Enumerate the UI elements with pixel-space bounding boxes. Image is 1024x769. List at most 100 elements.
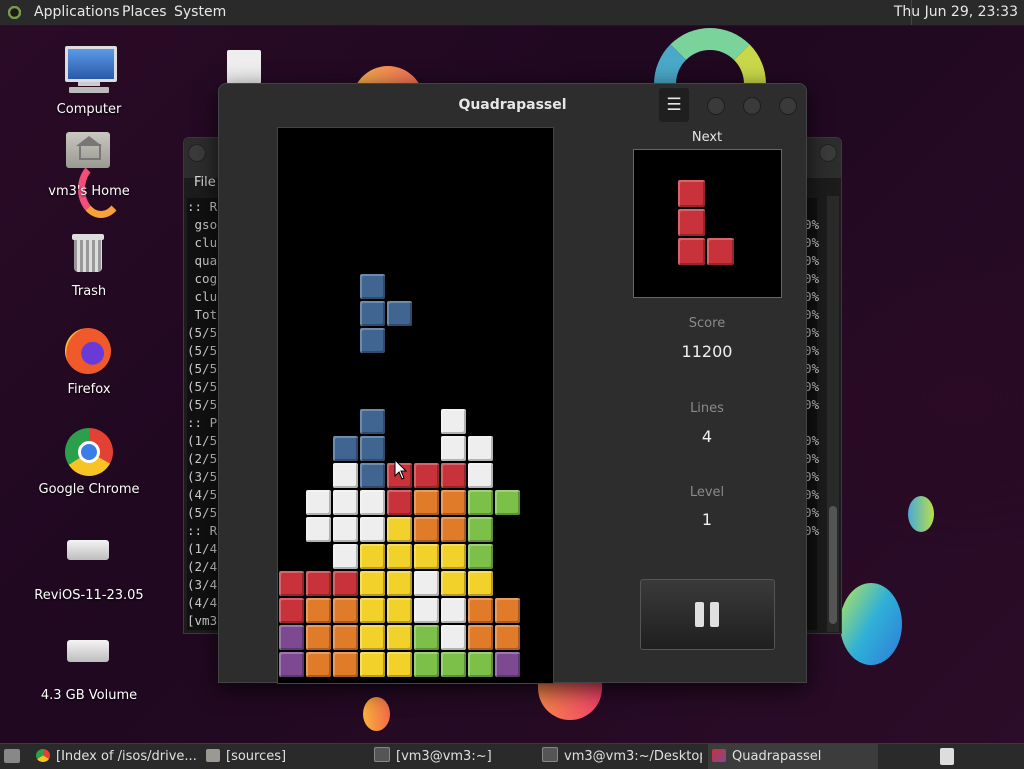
board-block <box>387 490 412 515</box>
board-block <box>495 490 520 515</box>
home-folder-icon <box>63 128 115 180</box>
pause-icon <box>695 602 704 627</box>
taskbar-item-chrome[interactable]: [Index of /isos/drive... <box>36 744 196 769</box>
terminal-scrollbar[interactable] <box>827 196 839 632</box>
board-block <box>387 625 412 650</box>
level-value: 1 <box>701 510 713 529</box>
score-label: Score <box>688 316 726 331</box>
board-block <box>333 436 358 461</box>
close-button[interactable] <box>779 97 797 115</box>
board-block <box>360 517 385 542</box>
terminal-scroll-thumb[interactable] <box>829 506 837 624</box>
chrome-icon <box>63 426 115 478</box>
board-block <box>441 544 466 569</box>
board-block <box>387 544 412 569</box>
desktop-icon-computer[interactable]: Computer <box>34 46 144 117</box>
board-block <box>360 544 385 569</box>
taskbar-item-terminal-desktop[interactable]: vm3@vm3:~/Desktop <box>542 744 702 769</box>
desktop-icon-chrome[interactable]: Google Chrome <box>34 426 144 497</box>
wallpaper-blob <box>538 678 602 720</box>
top-panel: Applications Places System Thu Jun 29, 2… <box>0 0 1024 26</box>
lines-value: 4 <box>701 427 713 446</box>
wallpaper-blob <box>363 697 390 731</box>
minimize-button[interactable] <box>707 97 725 115</box>
system-menu[interactable]: System <box>174 4 226 20</box>
desktop-icon-label: Trash <box>71 284 107 299</box>
drive-icon <box>63 532 115 584</box>
desktop-icon-label: Google Chrome <box>38 482 140 497</box>
next-piece-block <box>678 180 705 207</box>
desktop-icon-label: Computer <box>56 102 122 117</box>
board-block <box>333 544 358 569</box>
board-block <box>414 625 439 650</box>
applications-menu[interactable]: Applications <box>34 4 120 20</box>
wallpaper-blob <box>908 496 934 532</box>
desktop-icon-firefox[interactable]: Firefox <box>34 326 144 397</box>
computer-icon <box>63 46 117 98</box>
board-block <box>468 598 493 623</box>
taskbar-item-terminal[interactable]: [vm3@vm3:~] <box>374 744 534 769</box>
level-label: Level <box>689 485 725 500</box>
board-block <box>441 409 466 434</box>
board-block <box>360 571 385 596</box>
desktop-icon-label: ReviOS-11-23.05 <box>34 588 144 603</box>
desktop-icon-label: Firefox <box>67 382 111 397</box>
system-logo-icon[interactable] <box>6 4 23 21</box>
board-block <box>414 652 439 677</box>
terminal-close-button[interactable] <box>819 144 837 162</box>
board-block <box>333 463 358 488</box>
places-menu[interactable]: Places <box>122 4 167 20</box>
board-block <box>414 517 439 542</box>
document-icon <box>227 50 261 84</box>
board-block <box>495 625 520 650</box>
next-label: Next <box>691 130 723 145</box>
board-block <box>279 571 304 596</box>
board-block <box>279 625 304 650</box>
taskbar-item-quadrapassel[interactable]: Quadrapassel <box>708 744 878 769</box>
board-block <box>306 517 331 542</box>
quadrapassel-window[interactable]: Quadrapassel ☰ Next Score 11200 Lines 4 … <box>218 83 807 684</box>
board-block <box>360 490 385 515</box>
falling-block <box>387 301 412 326</box>
score-value: 11200 <box>681 342 733 361</box>
firefox-icon <box>63 326 115 378</box>
desktop-icon-label: 4.3 GB Volume <box>40 688 138 703</box>
terminal-file-menu[interactable]: File <box>194 175 216 190</box>
desktop-icon-revios[interactable]: ReviOS-11-23.05 <box>34 532 144 603</box>
desktop-icon-home[interactable]: vm3's Home <box>34 128 144 199</box>
board-block <box>360 409 385 434</box>
board-block <box>333 517 358 542</box>
board-block <box>414 571 439 596</box>
desktop-icon-trash[interactable]: Trash <box>34 228 144 299</box>
lines-label: Lines <box>690 401 724 416</box>
pause-button[interactable] <box>640 579 775 650</box>
next-piece-block <box>707 238 734 265</box>
terminal-window-button[interactable] <box>188 144 206 162</box>
board-block <box>306 652 331 677</box>
falling-block <box>360 274 385 299</box>
taskbar-item-sources[interactable]: [sources] <box>206 744 366 769</box>
board-block <box>414 463 439 488</box>
board-block <box>360 652 385 677</box>
terminal-icon <box>542 747 558 762</box>
desktop-icon-label: vm3's Home <box>48 184 130 199</box>
board-block <box>360 436 385 461</box>
workspace-switcher[interactable] <box>940 748 954 765</box>
desktop-icon-volume[interactable]: 4.3 GB Volume <box>34 632 144 703</box>
show-desktop-icon[interactable] <box>4 749 20 763</box>
board-block <box>468 652 493 677</box>
bottom-taskbar: [Index of /isos/drive... [sources] [vm3@… <box>0 743 1024 769</box>
board-block <box>441 571 466 596</box>
game-board[interactable] <box>277 127 554 684</box>
board-block <box>306 571 331 596</box>
maximize-button[interactable] <box>743 97 761 115</box>
board-block <box>468 571 493 596</box>
quadrapassel-icon <box>712 749 726 762</box>
hamburger-menu-button[interactable]: ☰ <box>659 88 689 122</box>
board-block <box>333 490 358 515</box>
clock[interactable]: Thu Jun 29, 23:33 <box>894 4 1018 20</box>
board-block <box>360 598 385 623</box>
drive-icon <box>63 632 115 684</box>
board-block <box>468 544 493 569</box>
board-block <box>333 571 358 596</box>
